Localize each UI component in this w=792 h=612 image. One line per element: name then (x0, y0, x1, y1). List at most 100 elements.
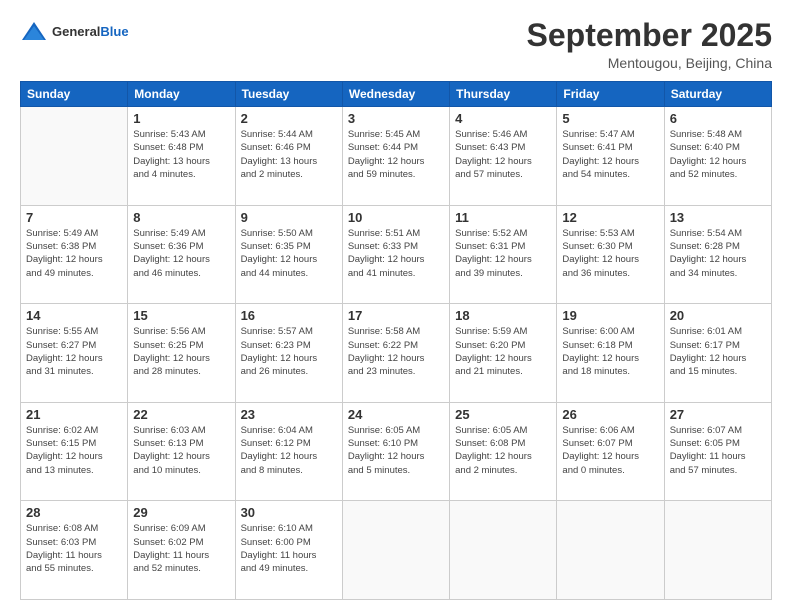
calendar-table: Sunday Monday Tuesday Wednesday Thursday… (20, 81, 772, 600)
col-friday: Friday (557, 82, 664, 107)
table-row: 1 Sunrise: 5:43 AMSunset: 6:48 PMDaylight… (128, 107, 235, 206)
day-info: Sunrise: 5:49 AMSunset: 6:36 PMDaylight:… (133, 227, 229, 280)
title-block: September 2025 Mentougou, Beijing, China (527, 18, 772, 71)
day-number: 2 (241, 111, 337, 126)
table-row: 15Sunrise: 5:56 AMSunset: 6:25 PMDayligh… (128, 304, 235, 403)
day-info: Sunrise: 6:06 AMSunset: 6:07 PMDaylight:… (562, 424, 658, 477)
logo-blue: Blue (100, 24, 128, 39)
col-monday: Monday (128, 82, 235, 107)
table-row: 2 Sunrise: 5:44 AMSunset: 6:46 PMDaylight… (235, 107, 342, 206)
header: GeneralBlue September 2025 Mentougou, Be… (20, 18, 772, 71)
table-row: 5 Sunrise: 5:47 AMSunset: 6:41 PMDaylight… (557, 107, 664, 206)
day-info: Sunrise: 6:05 AMSunset: 6:10 PMDaylight:… (348, 424, 444, 477)
day-number: 12 (562, 210, 658, 225)
day-info: Sunrise: 5:56 AMSunset: 6:25 PMDaylight:… (133, 325, 229, 378)
day-info: Sunrise: 6:09 AMSunset: 6:02 PMDaylight:… (133, 522, 229, 575)
day-number: 10 (348, 210, 444, 225)
calendar-body: 1 Sunrise: 5:43 AMSunset: 6:48 PMDaylight… (21, 107, 772, 600)
calendar-week-row: 14Sunrise: 5:55 AMSunset: 6:27 PMDayligh… (21, 304, 772, 403)
day-number: 20 (670, 308, 766, 323)
day-info: Sunrise: 5:53 AMSunset: 6:30 PMDaylight:… (562, 227, 658, 280)
day-number: 22 (133, 407, 229, 422)
table-row: 9Sunrise: 5:50 AMSunset: 6:35 PMDaylight… (235, 205, 342, 304)
day-info: Sunrise: 5:43 AMSunset: 6:48 PMDaylight:… (133, 128, 229, 181)
day-info: Sunrise: 6:04 AMSunset: 6:12 PMDaylight:… (241, 424, 337, 477)
day-number: 11 (455, 210, 551, 225)
table-row: 8 Sunrise: 5:49 AMSunset: 6:36 PMDaylight… (128, 205, 235, 304)
table-row: 22 Sunrise: 6:03 AMSunset: 6:13 PMDayligh… (128, 402, 235, 501)
day-number: 27 (670, 407, 766, 422)
table-row: 19Sunrise: 6:00 AMSunset: 6:18 PMDayligh… (557, 304, 664, 403)
day-number: 5 (562, 111, 658, 126)
day-info: Sunrise: 6:01 AMSunset: 6:17 PMDaylight:… (670, 325, 766, 378)
logo-icon (20, 18, 48, 46)
table-row: 4Sunrise: 5:46 AMSunset: 6:43 PMDaylight… (450, 107, 557, 206)
day-number: 14 (26, 308, 122, 323)
day-info: Sunrise: 6:03 AMSunset: 6:13 PMDaylight:… (133, 424, 229, 477)
day-number: 28 (26, 505, 122, 520)
logo-general: General (52, 24, 100, 39)
table-row: 16 Sunrise: 5:57 AMSunset: 6:23 PMDayligh… (235, 304, 342, 403)
day-info: Sunrise: 5:52 AMSunset: 6:31 PMDaylight:… (455, 227, 551, 280)
day-info: Sunrise: 6:02 AMSunset: 6:15 PMDaylight:… (26, 424, 122, 477)
day-number: 29 (133, 505, 229, 520)
day-info: Sunrise: 6:07 AMSunset: 6:05 PMDaylight:… (670, 424, 766, 477)
day-number: 17 (348, 308, 444, 323)
day-info: Sunrise: 5:54 AMSunset: 6:28 PMDaylight:… (670, 227, 766, 280)
day-info: Sunrise: 5:59 AMSunset: 6:20 PMDaylight:… (455, 325, 551, 378)
table-row: 30 Sunrise: 6:10 AMSunset: 6:00 PMDayligh… (235, 501, 342, 600)
day-number: 26 (562, 407, 658, 422)
table-row: 20 Sunrise: 6:01 AMSunset: 6:17 PMDayligh… (664, 304, 771, 403)
table-row: 27 Sunrise: 6:07 AMSunset: 6:05 PMDayligh… (664, 402, 771, 501)
table-row: 12 Sunrise: 5:53 AMSunset: 6:30 PMDayligh… (557, 205, 664, 304)
day-info: Sunrise: 5:47 AMSunset: 6:41 PMDaylight:… (562, 128, 658, 181)
table-row: 28Sunrise: 6:08 AMSunset: 6:03 PMDayligh… (21, 501, 128, 600)
day-number: 8 (133, 210, 229, 225)
day-info: Sunrise: 5:58 AMSunset: 6:22 PMDaylight:… (348, 325, 444, 378)
table-row: 11 Sunrise: 5:52 AMSunset: 6:31 PMDayligh… (450, 205, 557, 304)
day-number: 24 (348, 407, 444, 422)
location: Mentougou, Beijing, China (527, 55, 772, 71)
page: GeneralBlue September 2025 Mentougou, Be… (0, 0, 792, 612)
day-number: 25 (455, 407, 551, 422)
day-number: 16 (241, 308, 337, 323)
table-row: 7 Sunrise: 5:49 AMSunset: 6:38 PMDaylight… (21, 205, 128, 304)
table-row: 17 Sunrise: 5:58 AMSunset: 6:22 PMDayligh… (342, 304, 449, 403)
day-info: Sunrise: 6:10 AMSunset: 6:00 PMDaylight:… (241, 522, 337, 575)
table-row (450, 501, 557, 600)
table-row: 21Sunrise: 6:02 AMSunset: 6:15 PMDayligh… (21, 402, 128, 501)
table-row: 18 Sunrise: 5:59 AMSunset: 6:20 PMDayligh… (450, 304, 557, 403)
calendar-header-row: Sunday Monday Tuesday Wednesday Thursday… (21, 82, 772, 107)
calendar-week-row: 7 Sunrise: 5:49 AMSunset: 6:38 PMDaylight… (21, 205, 772, 304)
day-info: Sunrise: 5:48 AMSunset: 6:40 PMDaylight:… (670, 128, 766, 181)
col-wednesday: Wednesday (342, 82, 449, 107)
table-row: 10Sunrise: 5:51 AMSunset: 6:33 PMDayligh… (342, 205, 449, 304)
day-number: 23 (241, 407, 337, 422)
table-row (557, 501, 664, 600)
table-row: 14Sunrise: 5:55 AMSunset: 6:27 PMDayligh… (21, 304, 128, 403)
day-number: 4 (455, 111, 551, 126)
day-info: Sunrise: 5:45 AMSunset: 6:44 PMDaylight:… (348, 128, 444, 181)
col-thursday: Thursday (450, 82, 557, 107)
day-number: 1 (133, 111, 229, 126)
calendar-week-row: 21Sunrise: 6:02 AMSunset: 6:15 PMDayligh… (21, 402, 772, 501)
table-row: 6 Sunrise: 5:48 AMSunset: 6:40 PMDaylight… (664, 107, 771, 206)
table-row: 25 Sunrise: 6:05 AMSunset: 6:08 PMDayligh… (450, 402, 557, 501)
day-number: 6 (670, 111, 766, 126)
logo: GeneralBlue (20, 18, 129, 46)
day-number: 18 (455, 308, 551, 323)
col-tuesday: Tuesday (235, 82, 342, 107)
table-row: 26 Sunrise: 6:06 AMSunset: 6:07 PMDayligh… (557, 402, 664, 501)
month-title: September 2025 (527, 18, 772, 53)
day-number: 30 (241, 505, 337, 520)
day-info: Sunrise: 5:44 AMSunset: 6:46 PMDaylight:… (241, 128, 337, 181)
table-row: 23 Sunrise: 6:04 AMSunset: 6:12 PMDayligh… (235, 402, 342, 501)
day-number: 3 (348, 111, 444, 126)
day-number: 9 (241, 210, 337, 225)
day-info: Sunrise: 5:57 AMSunset: 6:23 PMDaylight:… (241, 325, 337, 378)
col-saturday: Saturday (664, 82, 771, 107)
day-number: 7 (26, 210, 122, 225)
day-info: Sunrise: 6:05 AMSunset: 6:08 PMDaylight:… (455, 424, 551, 477)
day-info: Sunrise: 5:49 AMSunset: 6:38 PMDaylight:… (26, 227, 122, 280)
table-row (21, 107, 128, 206)
